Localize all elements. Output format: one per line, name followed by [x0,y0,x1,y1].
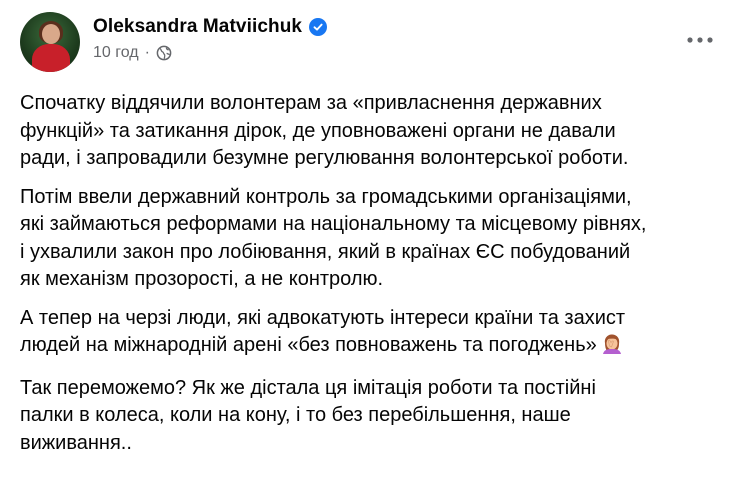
text-line: А тепер на черзі люди, які адвокатують і… [20,306,626,329]
text-line: ради, і запровадили безумне регулювання … [20,147,629,169]
post-paragraph: Спочатку віддячили волонтерам за «привла… [20,90,725,173]
globe-icon[interactable] [156,45,172,61]
post-body: Спочатку віддячили волонтерам за «привла… [20,90,725,468]
author-avatar[interactable] [20,12,80,72]
text-line: як механізм прозорості, а не контролю. [20,268,384,290]
text-line: які займаються реформами на національном… [20,213,647,235]
woman-facepalming-emoji [601,333,623,364]
avatar-face [42,24,60,44]
post-paragraph: Потім ввели державний контроль за громад… [20,184,725,294]
text-line: функцій» та затикання дірок, де уповнова… [20,119,616,142]
post-paragraph: Так переможемо? Як же дістала ця імітаці… [20,375,725,458]
text-line: виживання.. [20,431,132,454]
post-time-row: 10 год · [93,44,327,62]
text-line: Спочатку віддячили волонтерам за «привла… [20,92,602,114]
text-line: палки в колеса, коли на кону, і то без п… [20,404,571,426]
text-line: людей на міжнародній арені «без повноваж… [20,334,597,356]
author-name[interactable]: Oleksandra Matviichuk [93,16,302,38]
meta-separator: · [144,44,150,61]
verified-badge-icon [309,18,328,36]
post-header: Oleksandra Matviichuk 10 год · [20,12,328,72]
post-meta: Oleksandra Matviichuk 10 год · [93,12,328,62]
facebook-post: Oleksandra Matviichuk 10 год · Спочатку … [0,0,740,488]
author-row: Oleksandra Matviichuk [93,16,328,38]
text-line-with-emoji: людей на міжнародній арені «без повноваж… [20,332,725,364]
more-options-icon[interactable] [682,26,718,54]
post-timestamp[interactable]: 10 год [93,44,139,62]
avatar-body [32,44,70,72]
text-line: і ухвалили закон про лобіювання, який в … [20,240,631,263]
text-line: Потім ввели державний контроль за громад… [20,185,632,208]
post-paragraph: А тепер на черзі люди, які адвокатують і… [20,305,725,364]
text-line: Так переможемо? Як же дістала ця імітаці… [20,376,596,399]
